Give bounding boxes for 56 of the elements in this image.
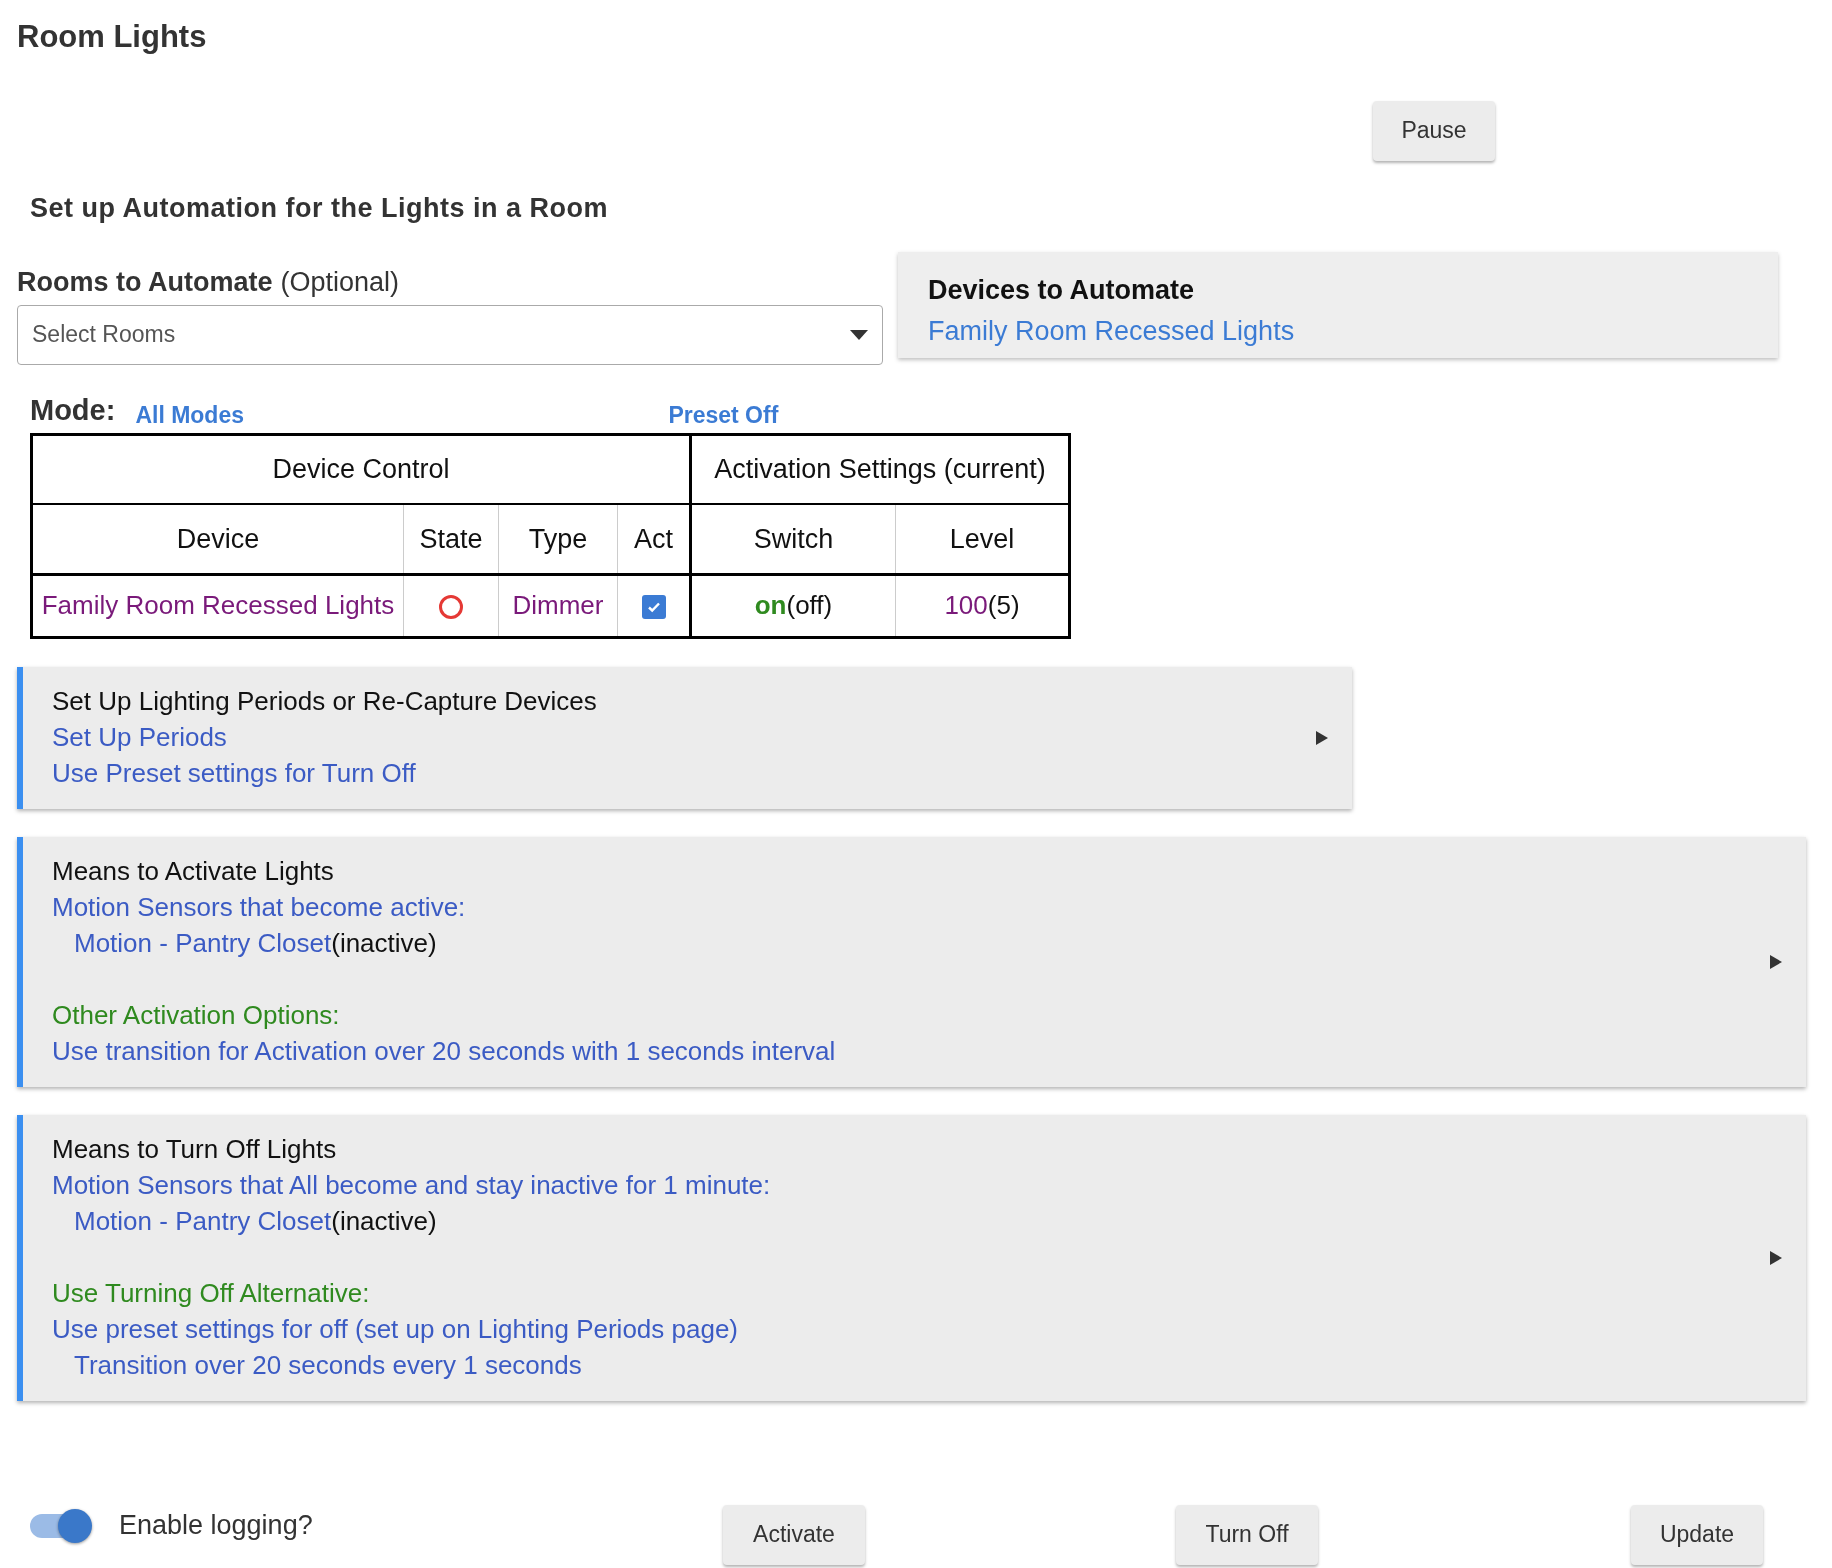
level-value: 100 [944, 590, 988, 620]
mode-label: Mode: [30, 393, 116, 428]
setting-link[interactable]: Motion Sensors that All become and stay inactive for 1 minute: [52, 1166, 771, 1203]
device-cell[interactable]: Family Room Recessed Lights [31, 574, 404, 637]
column-header: Level [895, 504, 1070, 574]
logging-label: Enable logging? [119, 1509, 313, 1543]
table-group-header: Device Control [31, 434, 691, 504]
logging-toggle[interactable] [30, 1508, 92, 1543]
settings-section[interactable]: Set Up Lighting Periods or Re-Capture Devices Set Up Periods Use Preset settings for Turn Off [17, 666, 1352, 809]
circle-icon[interactable] [438, 594, 464, 621]
setting-link[interactable]: Motion - Pantry Closet [74, 924, 332, 961]
field-hint: (Optional) [280, 266, 400, 299]
action-button[interactable]: Turn Off [1176, 1504, 1318, 1565]
action-button[interactable]: Activate [723, 1504, 865, 1565]
act-checkbox[interactable] [641, 595, 666, 620]
expand-arrow-icon [1770, 954, 1782, 969]
switch-current: (off) [786, 590, 833, 620]
section-title: Means to Turn Off Lights [52, 1132, 337, 1166]
settings-section[interactable]: Means to Activate Lights Motion Sensors that become active: Motion - Pantry Closet(inactive) Other Activation Options: Use transition for Activation over 20 seconds with 1 seconds interval [17, 836, 1806, 1087]
select-placeholder: Select Rooms [32, 320, 176, 350]
caret-icon [850, 329, 868, 340]
status-text: (inactive) [331, 926, 437, 960]
field-label: Rooms to Automate [17, 266, 273, 299]
page-heading: Set up Automation for the Lights in a Room [30, 191, 608, 225]
level-current: (5) [987, 590, 1020, 620]
table-group-header: Activation Settings (current) [690, 434, 1070, 504]
column-header: State [403, 504, 499, 574]
setting-link[interactable]: Set Up Periods [52, 718, 227, 755]
option-label: Other Activation Options: [52, 998, 340, 1032]
setting-link[interactable]: Use Preset settings for Turn Off [52, 754, 416, 791]
page-title: Room Lights [17, 18, 207, 56]
pause-button[interactable]: Pause [1373, 100, 1495, 161]
setting-link[interactable]: Motion Sensors that become active: [52, 888, 466, 925]
setting-link[interactable]: Motion - Pantry Closet [74, 1202, 332, 1239]
switch-value: on [754, 590, 787, 620]
mode-link[interactable]: All Modes [135, 398, 669, 433]
expand-arrow-icon [1770, 1250, 1782, 1265]
card-title: Devices to Automate [928, 274, 1195, 307]
rooms-select[interactable]: Select Rooms [17, 304, 883, 365]
column-header: Type [498, 504, 618, 574]
option-label: Use Turning Off Alternative: [52, 1276, 370, 1310]
expand-arrow-icon [1316, 730, 1328, 745]
column-header: Act [617, 504, 691, 574]
setting-link[interactable]: Transition over 20 seconds every 1 seconds [74, 1346, 582, 1383]
setting-link[interactable]: Use preset settings for off (set up on Lighting Periods page) [52, 1310, 739, 1347]
setting-link[interactable]: Use transition for Activation over 20 seconds with 1 seconds interval [52, 1032, 836, 1069]
device-link[interactable]: Family Room Recessed Lights [928, 310, 1295, 351]
action-button[interactable]: Update [1631, 1504, 1763, 1565]
settings-section[interactable] [17, 1114, 1806, 1401]
status-text: (inactive) [331, 1204, 437, 1238]
type-cell: Dimmer [498, 574, 618, 637]
section-title: Set Up Lighting Periods or Re-Capture Devices [52, 684, 597, 718]
column-header: Switch [690, 504, 896, 574]
section-title: Means to Activate Lights [52, 854, 334, 888]
preset-link[interactable]: Preset Off [668, 398, 779, 433]
column-header: Device [31, 504, 404, 574]
